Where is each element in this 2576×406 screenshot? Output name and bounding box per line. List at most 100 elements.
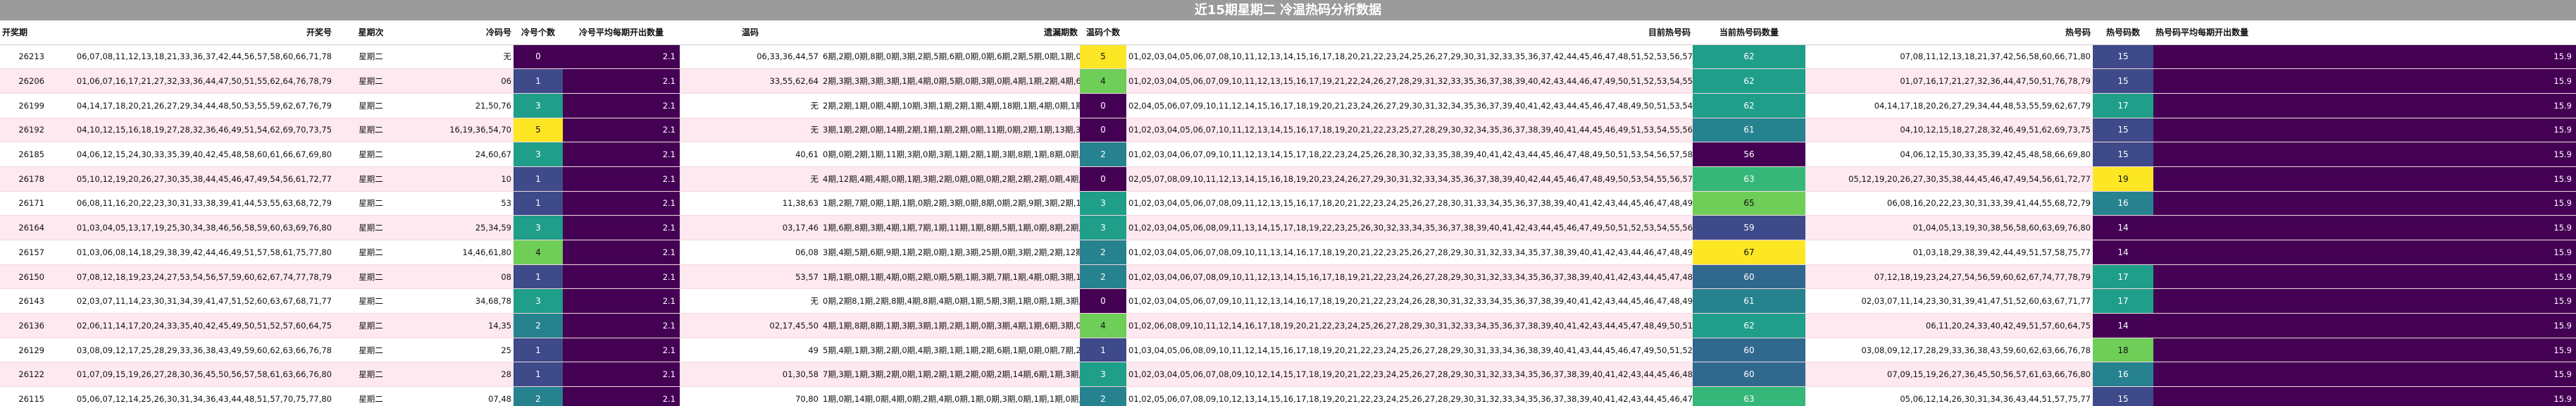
hot-avg-cell: 15.9	[2153, 264, 2576, 290]
cold-count-cell: 1	[514, 166, 563, 192]
table-row[interactable]: 26199 04,14,17,18,20,21,26,27,29,34,44,48…	[0, 93, 2576, 118]
omission-cell: 3期,4期,5期,6期,9期,1期,2期,0期,1期,3期,25期,0期,3期,…	[821, 240, 1080, 265]
cold-count-cell: 3	[514, 93, 563, 118]
col-header-hot-avg[interactable]: 热号码平均每期开出数量	[2153, 20, 2576, 45]
cold-avg-cell: 2.1	[563, 68, 680, 94]
col-header-numbers[interactable]: 开奖号	[46, 20, 334, 45]
hot-avg-cell: 15.9	[2153, 44, 2576, 70]
hot-current-cell: 01,02,06,08,09,10,11,12,14,16,17,18,19,2…	[1126, 313, 1693, 338]
weekday-cell: 星期二	[334, 68, 408, 94]
col-header-warm-count[interactable]: 温码个数	[1080, 20, 1126, 45]
hot-codes-cell: 07,09,15,19,26,27,36,45,50,56,57,61,63,6…	[1805, 362, 2093, 388]
hot-avg-cell: 15.9	[2153, 68, 2576, 94]
col-header-hot-count[interactable]: 热号码数	[2093, 20, 2153, 45]
weekday-cell: 星期二	[334, 166, 408, 192]
cold-count-cell: 1	[514, 362, 563, 388]
period-cell: 26164	[0, 215, 46, 240]
omission-cell: 2期,3期,3期,3期,3期,1期,4期,0期,5期,0期,3期,0期,4期,1…	[821, 68, 1080, 94]
period-cell: 26129	[0, 338, 46, 363]
hot-current-cell: 01,03,04,05,06,08,09,10,11,12,14,15,16,1…	[1126, 338, 1693, 363]
hot-count-cell: 16	[2093, 362, 2153, 388]
col-header-period[interactable]: 开奖期	[0, 20, 46, 45]
col-header-omission[interactable]: 遗漏期数	[821, 20, 1080, 45]
table-row[interactable]: 26164 01,03,04,05,13,17,19,25,30,34,38,46…	[0, 215, 2576, 240]
warm-count-cell: 2	[1080, 264, 1126, 290]
col-header-warm-codes[interactable]: 温码	[680, 20, 821, 45]
col-header-hot-current[interactable]: 目前热号码	[1126, 20, 1693, 45]
numbers-cell: 05,10,12,19,20,26,27,30,35,38,44,45,46,4…	[46, 166, 334, 192]
period-cell: 26199	[0, 93, 46, 118]
hot-codes-cell: 07,12,18,19,23,24,27,54,56,59,60,62,67,7…	[1805, 264, 2093, 290]
cold-codes-cell: 24,60,67	[408, 142, 514, 167]
hot-avg-cell: 15.9	[2153, 93, 2576, 118]
cold-avg-cell: 2.1	[563, 264, 680, 290]
cold-codes-cell: 06	[408, 68, 514, 94]
hot-current-count-cell: 62	[1693, 68, 1805, 94]
period-cell: 26150	[0, 264, 46, 290]
col-header-cold-codes[interactable]: 冷码号	[408, 20, 514, 45]
cold-avg-cell: 2.1	[563, 240, 680, 265]
hot-current-count-cell: 56	[1693, 142, 1805, 167]
hot-codes-cell: 04,06,12,15,30,33,35,39,42,45,48,58,66,6…	[1805, 142, 2093, 167]
hot-avg-cell: 15.9	[2153, 191, 2576, 216]
table-row[interactable]: 26122 01,07,09,15,19,26,27,28,30,36,45,50…	[0, 362, 2576, 388]
col-header-cold-count[interactable]: 冷号个数	[514, 20, 563, 45]
hot-count-cell: 17	[2093, 288, 2153, 314]
hot-codes-cell: 01,07,16,17,21,27,32,36,44,47,50,51,76,7…	[1805, 68, 2093, 94]
warm-count-cell: 4	[1080, 68, 1126, 94]
hot-codes-cell: 01,03,18,29,38,39,42,44,49,51,57,58,75,7…	[1805, 240, 2093, 265]
hot-count-cell: 14	[2093, 313, 2153, 338]
cold-count-cell: 1	[514, 264, 563, 290]
warm-codes-cell: 01,30,58	[680, 362, 821, 388]
warm-codes-cell: 06,08	[680, 240, 821, 265]
hot-current-count-cell: 62	[1693, 313, 1805, 338]
table-row[interactable]: 26143 02,03,07,11,14,23,30,31,34,39,41,47…	[0, 288, 2576, 314]
omission-cell: 3期,1期,2期,0期,14期,2期,1期,1期,2期,0期,11期,0期,2期…	[821, 118, 1080, 143]
warm-codes-cell: 49	[680, 338, 821, 363]
warm-codes-cell: 40,61	[680, 142, 821, 167]
table-row[interactable]: 26150 07,08,12,18,19,23,24,27,53,54,56,57…	[0, 264, 2576, 290]
cold-avg-cell: 2.1	[563, 215, 680, 240]
period-cell: 26185	[0, 142, 46, 167]
cold-codes-cell: 16,19,36,54,70	[408, 118, 514, 143]
numbers-cell: 01,06,07,16,17,21,27,32,33,36,44,47,50,5…	[46, 68, 334, 94]
table-row[interactable]: 26192 04,10,12,15,16,18,19,27,28,32,36,46…	[0, 118, 2576, 143]
numbers-cell: 03,08,09,12,17,25,28,29,33,36,38,43,49,5…	[46, 338, 334, 363]
weekday-cell: 星期二	[334, 93, 408, 118]
warm-count-cell: 4	[1080, 313, 1126, 338]
table-row[interactable]: 26206 01,06,07,16,17,21,27,32,33,36,44,47…	[0, 68, 2576, 94]
period-cell: 26136	[0, 313, 46, 338]
table-row[interactable]: 26213 06,07,08,11,12,13,18,21,33,36,37,42…	[0, 44, 2576, 70]
warm-codes-cell: 06,33,36,44,57	[680, 44, 821, 70]
col-header-cold-avg[interactable]: 冷号平均每期开出数量	[563, 20, 680, 45]
hot-codes-cell: 02,03,07,11,14,23,30,31,39,41,47,51,52,6…	[1805, 288, 2093, 314]
period-cell: 26213	[0, 44, 46, 70]
col-header-hot-codes[interactable]: 热号码	[1805, 20, 2093, 45]
table-row[interactable]: 26157 01,03,06,08,14,18,29,38,39,42,44,46…	[0, 240, 2576, 265]
numbers-cell: 07,08,12,18,19,23,24,27,53,54,56,57,59,6…	[46, 264, 334, 290]
col-header-weekday[interactable]: 星期次	[334, 20, 408, 45]
hot-current-cell: 01,02,03,04,05,06,07,09,10,11,12,13,15,1…	[1126, 68, 1693, 94]
omission-cell: 5期,4期,1期,3期,2期,0期,4期,3期,1期,1期,2期,6期,1期,0…	[821, 338, 1080, 363]
numbers-cell: 05,06,07,12,14,25,26,30,31,34,36,43,44,4…	[46, 386, 334, 406]
hot-current-cell: 01,02,03,04,05,06,07,09,10,11,12,13,14,1…	[1126, 288, 1693, 314]
warm-codes-cell: 无	[680, 93, 821, 118]
hot-avg-cell: 15.9	[2153, 166, 2576, 192]
omission-cell: 7期,3期,1期,3期,2期,0期,1期,2期,1期,2期,0期,2期,14期,…	[821, 362, 1080, 388]
table-row[interactable]: 26115 05,06,07,12,14,25,26,30,31,34,36,43…	[0, 386, 2576, 406]
table-row[interactable]: 26178 05,10,12,19,20,26,27,30,35,38,44,45…	[0, 166, 2576, 192]
table-row[interactable]: 26185 04,06,12,15,24,30,33,35,39,40,42,45…	[0, 142, 2576, 167]
cold-count-cell: 1	[514, 191, 563, 216]
table-row[interactable]: 26171 06,08,11,16,20,22,23,30,31,33,38,39…	[0, 191, 2576, 216]
hot-count-cell: 19	[2093, 166, 2153, 192]
table-row[interactable]: 26129 03,08,09,12,17,25,28,29,33,36,38,43…	[0, 338, 2576, 363]
cold-codes-cell: 10	[408, 166, 514, 192]
col-header-hot-current-count[interactable]: 当前热号码数量	[1693, 20, 1805, 45]
cold-codes-cell: 14,35	[408, 313, 514, 338]
table-row[interactable]: 26136 02,06,11,14,17,20,24,33,35,40,42,45…	[0, 313, 2576, 338]
hot-count-cell: 17	[2093, 93, 2153, 118]
period-cell: 26171	[0, 191, 46, 216]
hot-codes-cell: 05,12,19,20,26,27,30,35,38,44,45,46,47,4…	[1805, 166, 2093, 192]
cold-codes-cell: 21,50,76	[408, 93, 514, 118]
numbers-cell: 01,03,04,05,13,17,19,25,30,34,38,46,56,5…	[46, 215, 334, 240]
